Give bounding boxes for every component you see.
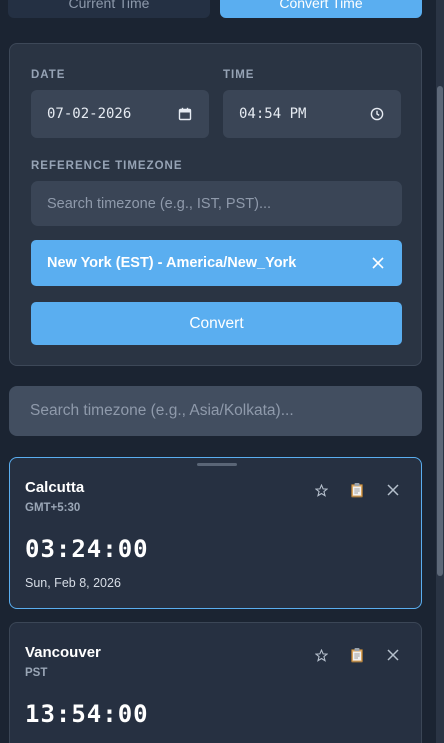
close-icon[interactable] <box>385 482 401 498</box>
reference-timezone-placeholder: Search timezone (e.g., IST, PST)... <box>47 195 272 212</box>
star-icon[interactable] <box>313 647 329 663</box>
drag-handle[interactable] <box>197 463 237 466</box>
star-icon[interactable] <box>313 482 329 498</box>
timezone-card[interactable]: Calcutta GMT+5:30 03:24:00 Sun, Feb 8, 2… <box>9 457 422 609</box>
scrollbar-thumb[interactable] <box>437 86 443 576</box>
scrollbar-track[interactable] <box>436 0 444 743</box>
timezone-app: Current Time Convert Time DATE 07-02-202… <box>0 0 444 743</box>
tab-convert-time[interactable]: Convert Time <box>220 0 422 18</box>
card-actions <box>313 482 401 498</box>
tab-current-time[interactable]: Current Time <box>8 0 210 18</box>
clipboard-icon[interactable] <box>349 647 365 663</box>
reference-timezone-label: REFERENCE TIMEZONE <box>31 160 183 172</box>
close-icon[interactable] <box>385 647 401 663</box>
converted-time: 13:54:00 <box>25 700 149 728</box>
date-label: DATE <box>31 69 66 81</box>
converted-date: Sun, Feb 8, 2026 <box>25 576 121 590</box>
date-value: 07-02-2026 <box>47 106 132 122</box>
result-timezone-search[interactable]: Search timezone (e.g., Asia/Kolkata)... <box>9 386 422 436</box>
time-value: 04:54 PM <box>239 106 307 122</box>
timezone-offset: GMT+5:30 <box>25 502 81 514</box>
date-input[interactable]: 07-02-2026 <box>31 90 209 138</box>
time-input[interactable]: 04:54 PM <box>223 90 401 138</box>
time-label: TIME <box>223 69 255 81</box>
convert-button[interactable]: Convert <box>31 302 402 345</box>
timezone-offset: PST <box>25 667 48 679</box>
reference-timezone-search[interactable]: Search timezone (e.g., IST, PST)... <box>31 181 402 226</box>
selected-timezone-chip[interactable]: New York (EST) - America/New_York <box>31 240 402 286</box>
selected-timezone-text: New York (EST) - America/New_York <box>47 255 297 271</box>
clipboard-icon[interactable] <box>349 482 365 498</box>
converted-time: 03:24:00 <box>25 535 149 563</box>
city-name: Vancouver <box>25 644 101 661</box>
converter-panel: DATE 07-02-2026 TIME 04:54 PM REFERENCE … <box>9 43 422 366</box>
card-actions <box>313 647 401 663</box>
city-name: Calcutta <box>25 479 85 496</box>
timezone-card[interactable]: Vancouver PST 13:54:00 <box>9 622 422 743</box>
mode-tabs: Current Time Convert Time <box>8 0 422 18</box>
close-icon[interactable] <box>370 255 386 271</box>
calendar-icon[interactable] <box>177 106 193 122</box>
clock-icon[interactable] <box>369 106 385 122</box>
result-search-placeholder: Search timezone (e.g., Asia/Kolkata)... <box>30 402 294 419</box>
